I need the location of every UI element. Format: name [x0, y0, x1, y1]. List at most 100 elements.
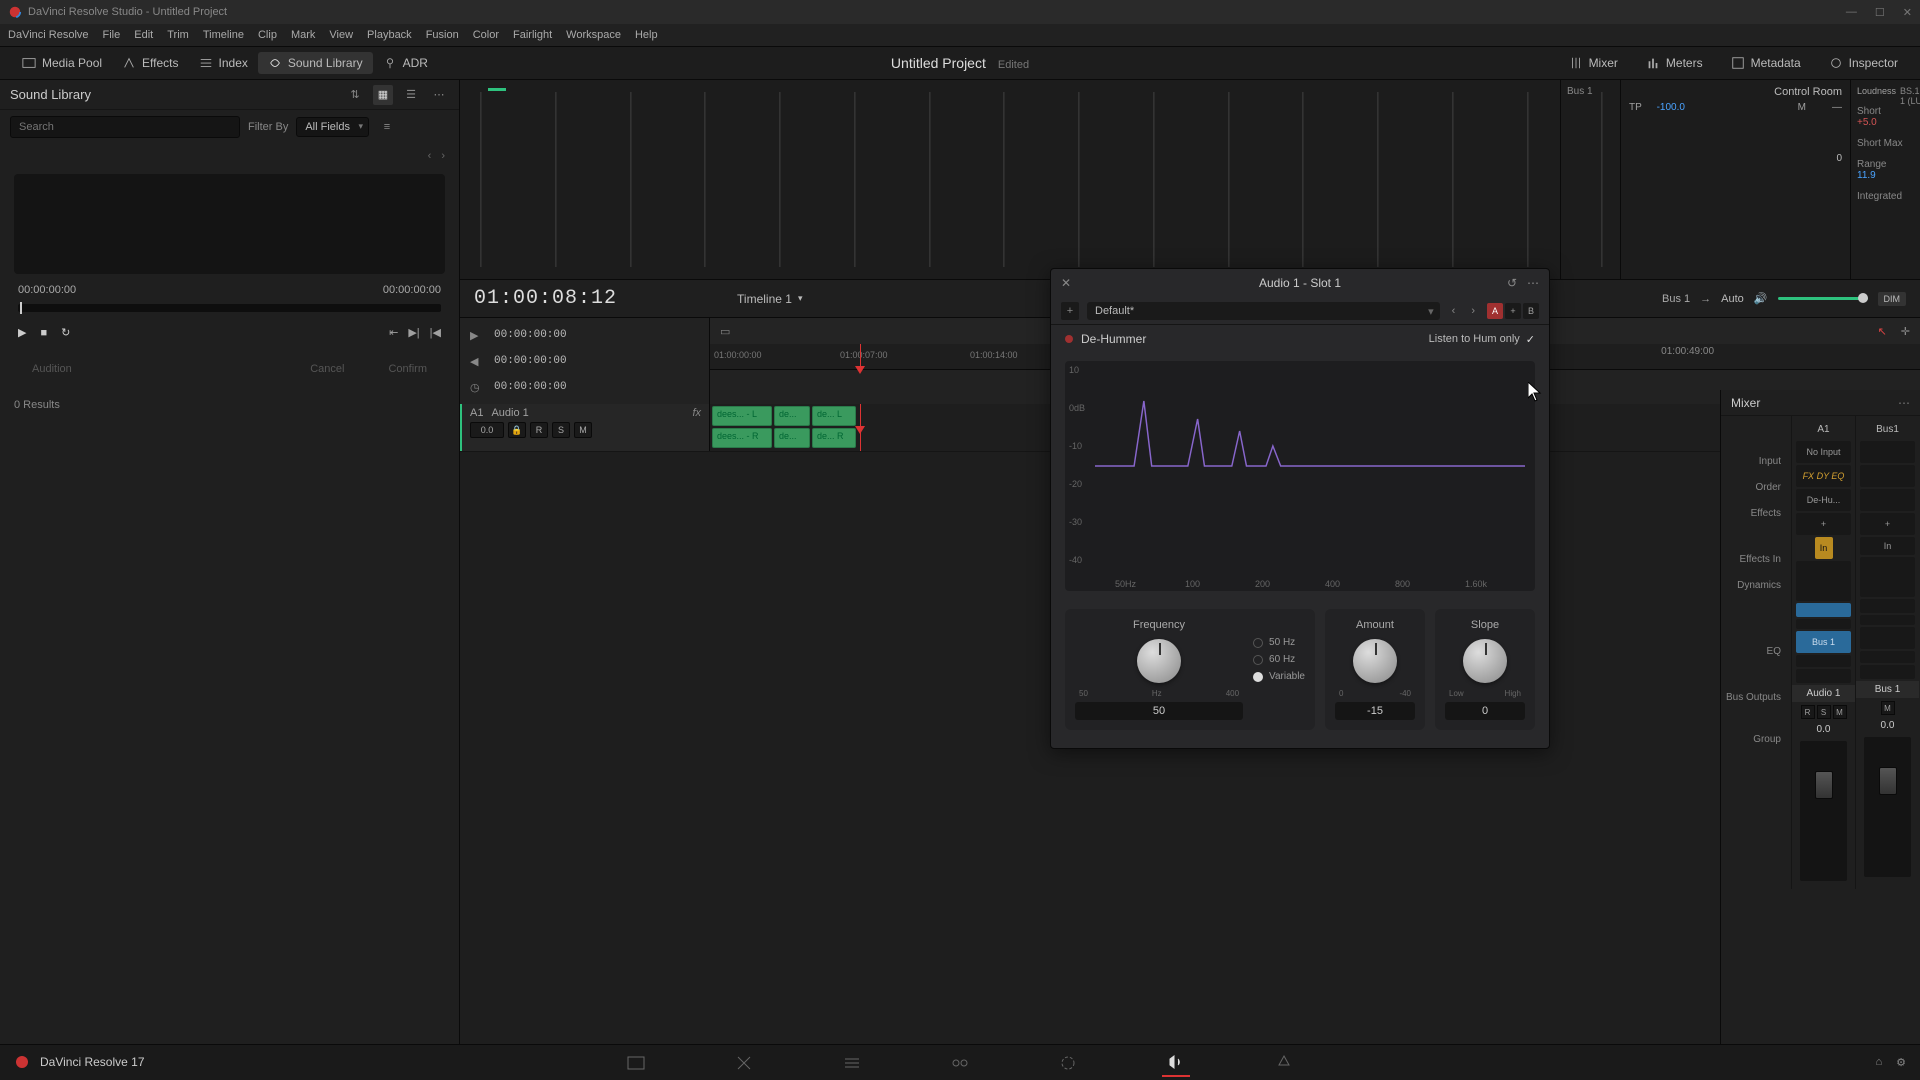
frequency-knob[interactable] — [1137, 639, 1181, 683]
stop-icon[interactable]: ■ — [40, 327, 47, 339]
window-minimize-icon[interactable]: — — [1846, 6, 1857, 19]
monitor-bus[interactable]: Bus 1 — [1662, 293, 1690, 305]
menu-item[interactable]: Trim — [167, 29, 189, 41]
menu-item[interactable]: File — [103, 29, 121, 41]
next-preset-icon[interactable]: › — [1467, 305, 1479, 317]
cut-page-icon[interactable] — [730, 1049, 758, 1077]
clock-icon[interactable]: ◷ — [470, 381, 484, 394]
edit-page-icon[interactable] — [838, 1049, 866, 1077]
track-vol[interactable]: 0.0 — [470, 422, 504, 438]
menu-item[interactable]: Workspace — [566, 29, 621, 41]
effects-in-icon[interactable]: In — [1860, 537, 1915, 555]
marker-tool-icon[interactable]: ✛ — [1901, 325, 1910, 338]
cancel-button[interactable]: Cancel — [296, 359, 358, 379]
speaker-icon[interactable]: 🔊 — [1754, 292, 1768, 305]
more-icon[interactable]: ⋯ — [429, 85, 449, 105]
home-icon[interactable]: ⌂ — [1875, 1056, 1882, 1069]
sound-library-button[interactable]: Sound Library — [258, 52, 373, 74]
search-input[interactable] — [10, 116, 240, 138]
bypass-icon[interactable] — [1065, 335, 1073, 343]
more-icon[interactable]: ⋯ — [1527, 276, 1539, 290]
amount-value[interactable]: -15 — [1335, 702, 1415, 720]
slope-knob[interactable] — [1463, 639, 1507, 683]
monitor-auto[interactable]: Auto — [1721, 293, 1744, 305]
prev-preset-icon[interactable]: ‹ — [1448, 305, 1460, 317]
solo-button[interactable]: S — [552, 422, 570, 438]
plugin-window[interactable]: ✕ Audio 1 - Slot 1 ↺⋯ + Default* ‹ › A+B… — [1050, 268, 1550, 749]
preset-select[interactable]: Default* — [1087, 302, 1440, 320]
inspector-toggle-button[interactable]: Inspector — [1819, 52, 1908, 74]
fader-bus1[interactable] — [1864, 737, 1911, 877]
metadata-toggle-button[interactable]: Metadata — [1721, 52, 1811, 74]
index-button[interactable]: Index — [189, 52, 258, 74]
audio-clip[interactable]: de... — [774, 428, 810, 448]
list-view-icon[interactable]: ☰ — [401, 85, 421, 105]
mute-button[interactable]: M — [574, 422, 592, 438]
close-icon[interactable]: ✕ — [1061, 276, 1071, 290]
menu-item[interactable]: Fairlight — [513, 29, 552, 41]
next-icon[interactable]: › — [441, 150, 445, 162]
menu-item[interactable]: Mark — [291, 29, 315, 41]
selection-tool-icon[interactable]: ↖ — [1878, 325, 1887, 338]
fader-a1[interactable] — [1800, 741, 1847, 881]
window-close-icon[interactable]: ✕ — [1903, 6, 1912, 19]
step-back-icon[interactable]: |◀ — [430, 326, 441, 339]
mixer-strip-a1[interactable]: A1 No Input FX DY EQ De-Hu... + In Bus 1… — [1791, 416, 1855, 889]
freq-50hz-radio[interactable]: 50 Hz — [1253, 637, 1295, 648]
audio-clip[interactable]: de... R — [812, 428, 856, 448]
effects-button[interactable]: Effects — [112, 52, 188, 74]
freq-60hz-radio[interactable]: 60 Hz — [1253, 654, 1295, 665]
effects-in-icon[interactable]: In — [1815, 537, 1833, 559]
media-pool-button[interactable]: Media Pool — [12, 52, 112, 74]
mixer-strip-bus1[interactable]: Bus1 + In Bus 1 M 0.0 — [1855, 416, 1919, 889]
record-icon[interactable]: ◀ — [470, 355, 484, 368]
playhead[interactable] — [860, 344, 861, 369]
frequency-value[interactable]: 50 — [1075, 702, 1243, 720]
audio-clip[interactable]: dees... - L — [712, 406, 772, 426]
menu-item[interactable]: Clip — [258, 29, 277, 41]
loop-icon[interactable]: ↻ — [61, 326, 70, 339]
audition-button[interactable]: Audition — [18, 359, 86, 379]
audio-clip[interactable]: de... — [774, 406, 810, 426]
window-maximize-icon[interactable]: ☐ — [1875, 6, 1885, 19]
freq-variable-radio[interactable]: Variable — [1253, 671, 1305, 682]
history-icon[interactable]: ↺ — [1507, 276, 1517, 290]
menu-item[interactable]: Playback — [367, 29, 412, 41]
monitor-volume-slider[interactable] — [1778, 297, 1868, 300]
listen-checkbox[interactable]: ✓ — [1526, 333, 1535, 346]
color-page-icon[interactable] — [1054, 1049, 1082, 1077]
deliver-page-icon[interactable] — [1270, 1049, 1298, 1077]
add-preset-button[interactable]: + — [1061, 302, 1079, 320]
record-arm-button[interactable]: R — [530, 422, 548, 438]
more-icon[interactable]: ⋯ — [1898, 396, 1910, 410]
preview-scrubber[interactable] — [18, 304, 441, 312]
step-fwd-icon[interactable]: ▶| — [408, 326, 419, 339]
menu-item[interactable]: Edit — [134, 29, 153, 41]
menu-item[interactable]: Color — [473, 29, 499, 41]
sort-icon[interactable]: ⇅ — [345, 85, 365, 105]
menu-item[interactable]: Help — [635, 29, 658, 41]
amount-knob[interactable] — [1353, 639, 1397, 683]
slope-value[interactable]: 0 — [1445, 702, 1525, 720]
timeline-selector[interactable]: Timeline 1▾ — [737, 292, 802, 306]
fairlight-page-icon[interactable] — [1162, 1049, 1190, 1077]
filter-options-icon[interactable]: ≡ — [377, 117, 397, 137]
media-page-icon[interactable] — [622, 1049, 650, 1077]
menu-item[interactable]: View — [329, 29, 353, 41]
grid-view-icon[interactable]: ▦ — [373, 85, 393, 105]
play-icon[interactable]: ▶ — [470, 329, 484, 342]
lock-icon[interactable]: 🔒 — [508, 422, 526, 438]
play-icon[interactable]: ▶ — [18, 326, 26, 339]
menu-item[interactable]: DaVinci Resolve — [8, 29, 89, 41]
adr-button[interactable]: ADR — [373, 52, 438, 74]
timeline-view-icon[interactable]: ▭ — [720, 325, 730, 338]
settings-icon[interactable]: ⚙ — [1896, 1056, 1906, 1069]
prev-icon[interactable]: ‹ — [428, 150, 432, 162]
ab-compare[interactable]: A+B — [1487, 303, 1539, 319]
fusion-page-icon[interactable] — [946, 1049, 974, 1077]
dim-button[interactable]: DIM — [1878, 292, 1907, 306]
menu-item[interactable]: Fusion — [426, 29, 459, 41]
track-header[interactable]: A1Audio 1fx 0.0 🔒 R S M — [460, 404, 710, 451]
menu-item[interactable]: Timeline — [203, 29, 244, 41]
meters-toggle-button[interactable]: Meters — [1636, 52, 1713, 74]
